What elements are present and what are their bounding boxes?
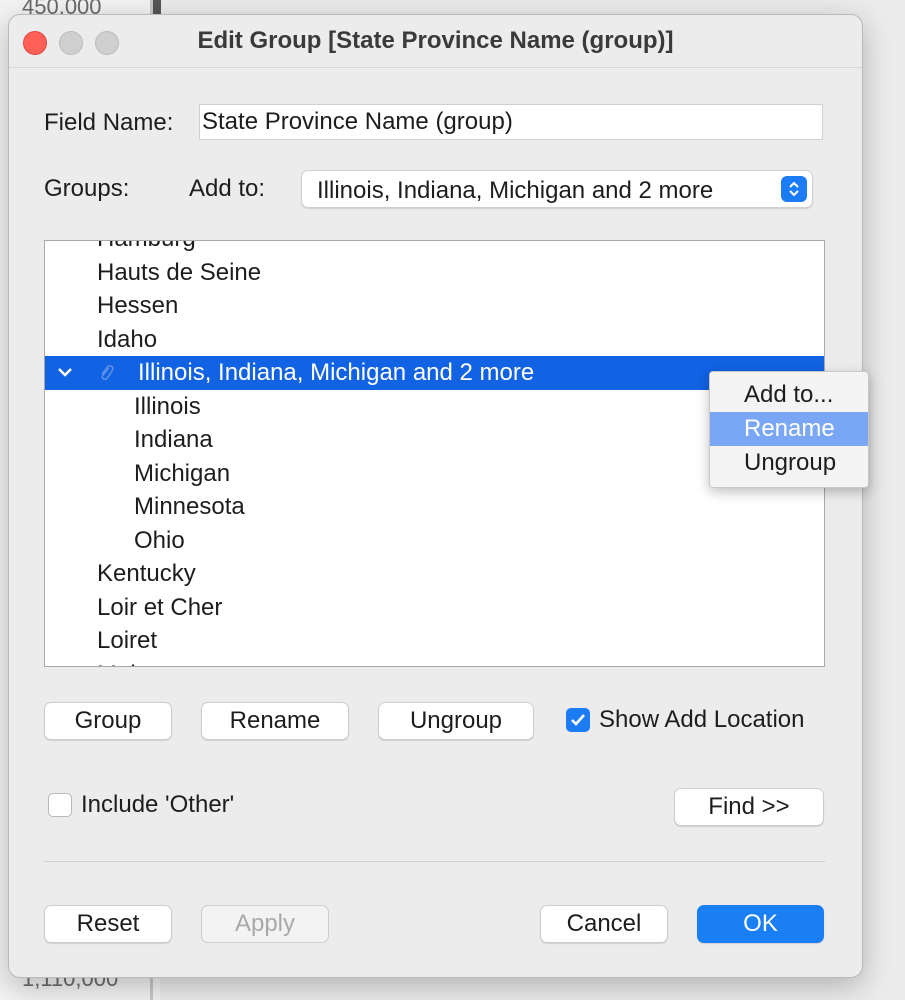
group-member-row[interactable]: Indiana — [45, 423, 824, 457]
context-menu: Add to... Rename Ungroup — [709, 371, 869, 488]
group-member-row[interactable]: Michigan — [45, 457, 824, 491]
list-item[interactable]: Hamburg — [45, 241, 824, 256]
add-to-select[interactable]: Illinois, Indiana, Michigan and 2 more — [301, 170, 813, 208]
include-other-checkbox[interactable] — [48, 793, 72, 817]
ungroup-button[interactable]: Ungroup — [378, 702, 534, 740]
list-item-label: Illinois — [134, 393, 201, 420]
field-name-label: Field Name: — [44, 109, 174, 136]
group-member-row[interactable]: Ohio — [45, 524, 824, 558]
add-to-label: Add to: — [189, 175, 266, 202]
list-item-label: Illinois, Indiana, Michigan and 2 more — [138, 359, 535, 386]
show-add-location-label: Show Add Location — [599, 706, 805, 733]
divider — [44, 861, 825, 862]
list-item[interactable]: Hessen — [45, 289, 824, 323]
menu-item-rename[interactable]: Rename — [710, 412, 868, 446]
group-button[interactable]: Group — [44, 702, 172, 740]
list-item[interactable]: Loiret — [45, 624, 824, 658]
list-item-label: Maine — [97, 658, 162, 666]
group-members-list[interactable]: Hamburg Hauts de Seine Hessen Idaho Illinois… — [44, 240, 825, 667]
rename-button[interactable]: Rename — [201, 702, 349, 740]
list-item-label: Ohio — [134, 527, 185, 554]
group-member-row[interactable]: Illinois — [45, 390, 824, 424]
list-item[interactable]: Maine — [45, 658, 824, 666]
cancel-button[interactable]: Cancel — [540, 905, 668, 943]
paperclip-icon — [101, 365, 114, 381]
menu-item-ungroup[interactable]: Ungroup — [710, 446, 868, 480]
find-button[interactable]: Find >> — [674, 788, 824, 826]
dialog-title: Edit Group [State Province Name (group)] — [197, 27, 674, 54]
groups-label: Groups: — [44, 175, 130, 202]
list-item-label: Hessen — [97, 292, 179, 319]
edit-group-dialog: Edit Group [State Province Name (group)]… — [8, 14, 869, 978]
add-to-selected-value: Illinois, Indiana, Michigan and 2 more — [317, 177, 714, 204]
menu-item-add-to[interactable]: Add to... — [710, 378, 868, 412]
list-item-label: Loiret — [97, 627, 158, 654]
ok-button[interactable]: OK — [697, 905, 824, 943]
show-add-location-checkbox[interactable] — [566, 708, 590, 732]
list-item[interactable]: Loir et Cher — [45, 591, 824, 625]
group-member-row[interactable]: Minnesota — [45, 490, 824, 524]
list-item-label: Indiana — [134, 426, 213, 453]
list-item-label: Minnesota — [134, 493, 245, 520]
list-item-label: Loir et Cher — [97, 594, 223, 621]
group-row[interactable]: Illinois, Indiana, Michigan and 2 more — [45, 356, 824, 390]
list-item-label: Michigan — [134, 460, 231, 487]
checkmark-icon — [571, 714, 585, 726]
list-item-label: Hauts de Seine — [97, 259, 262, 286]
reset-button[interactable]: Reset — [44, 905, 172, 943]
list-item-label: Kentucky — [97, 560, 196, 587]
list-item[interactable]: Idaho — [45, 323, 824, 357]
select-updown-icon — [781, 176, 807, 202]
field-name-input[interactable]: State Province Name (group) — [199, 104, 823, 140]
include-other-label: Include 'Other' — [81, 791, 235, 818]
list-item-label: Hamburg — [97, 241, 196, 256]
chevron-down-icon[interactable] — [57, 365, 73, 379]
apply-button[interactable]: Apply — [201, 905, 329, 943]
list-item[interactable]: Hauts de Seine — [45, 256, 824, 290]
list-item[interactable]: Kentucky — [45, 557, 824, 591]
list-item-label: Idaho — [97, 326, 158, 353]
title-bar: Edit Group [State Province Name (group)] — [9, 15, 862, 68]
